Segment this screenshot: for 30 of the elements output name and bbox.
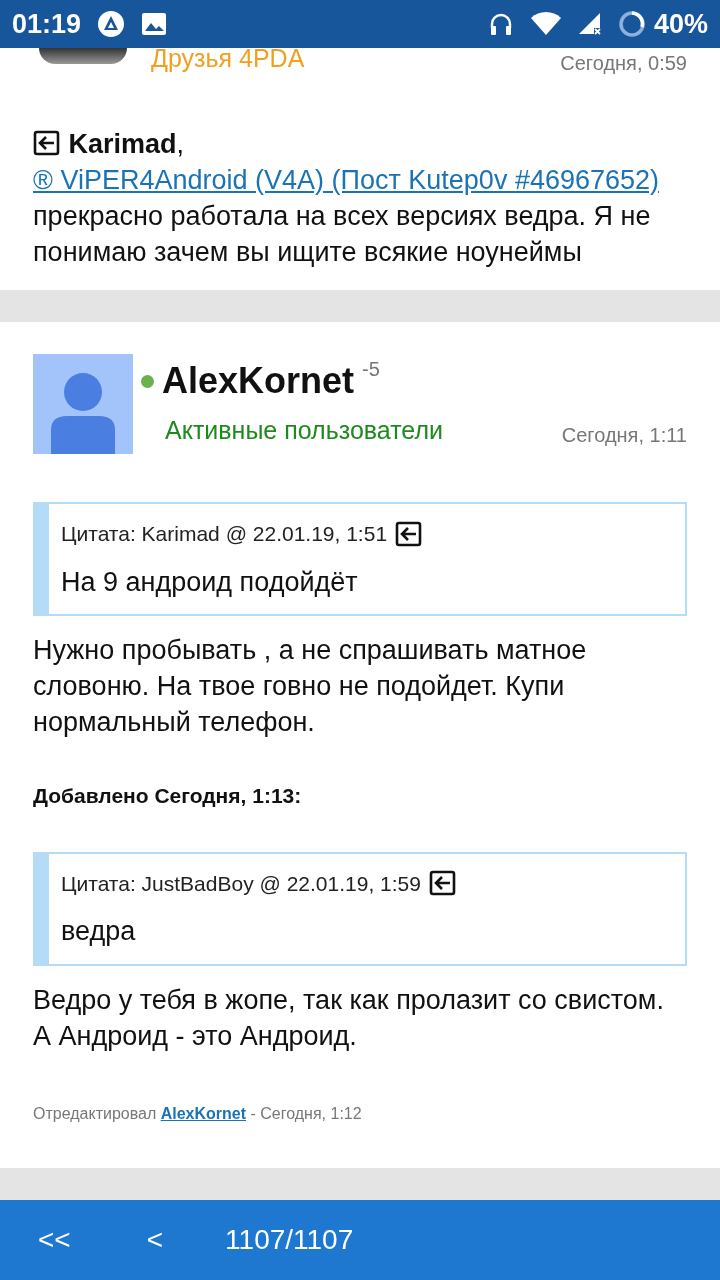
app-notification-icon: [97, 10, 126, 38]
previous-page-button[interactable]: <: [132, 1215, 178, 1265]
post-date: Сегодня, 0:59: [560, 51, 687, 76]
quote-link-icon[interactable]: [395, 519, 424, 548]
status-time: 01:19: [12, 7, 82, 41]
quote-link-icon[interactable]: [33, 129, 61, 157]
signal-icon: [577, 12, 602, 36]
reputation: -5: [362, 357, 380, 382]
edit-note: Отредактировал AlexKornet - Сегодня, 1:12: [33, 1103, 363, 1124]
user-group: Активные пользователи: [165, 412, 443, 450]
image-icon: [141, 12, 168, 36]
battery-level: 40%: [653, 7, 708, 41]
quote-link-icon[interactable]: [428, 869, 457, 898]
battery-icon: [617, 10, 646, 38]
editor-link[interactable]: AlexKornet: [160, 1104, 247, 1122]
post-link[interactable]: ® ViPER4Android (V4A) (Пост Kutep0v #46967652): [33, 165, 660, 195]
added-note: Добавлено Сегодня, 1:13:: [33, 783, 303, 809]
quote-header: Цитата: Karimad @ 22.01.19, 1:51: [61, 521, 388, 547]
wifi-icon: [529, 12, 562, 36]
quote-text: ведра: [61, 915, 137, 948]
post-text: Karimad, ® ViPER4Android (V4A) (Пост Kutep0v #46967652) прекрасно работала на всех версиях ведра. Я не понимаю зачем вы ищите всякие ноунеймы: [33, 128, 661, 269]
page-counter: 1107/1107: [225, 1223, 354, 1257]
post-text: Ведро у тебя в жопе, так как пролазит со свистом. А Андроид - это Андроид.: [33, 983, 665, 1053]
post-text: Нужно пробывать , а не спрашивать матное словоню. На твое говно не подойдет. Купи нормальный телефон.: [33, 634, 588, 739]
quote-text: На 9 андроид подойдёт: [61, 565, 359, 599]
user-group: Друзья 4PDA: [151, 40, 305, 78]
quote-header: Цитата: JustBadBoy @ 22.01.19, 1:59: [61, 870, 421, 897]
username[interactable]: AlexKornet: [162, 354, 355, 408]
post-date: Сегодня, 1:11: [561, 422, 687, 448]
first-page-button[interactable]: <<: [24, 1215, 85, 1265]
